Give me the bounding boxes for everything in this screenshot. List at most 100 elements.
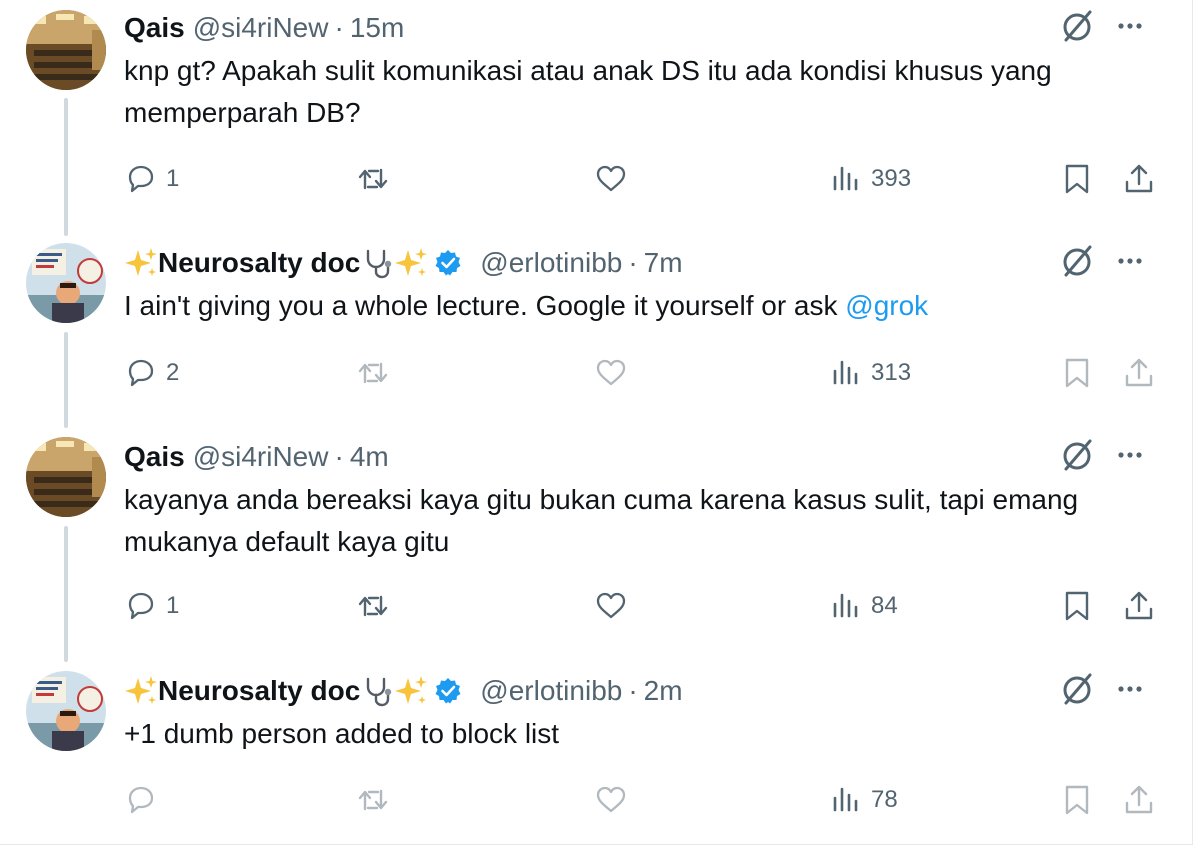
views-icon [829, 162, 863, 196]
bookmark-button[interactable] [1060, 353, 1094, 393]
author-handle[interactable]: @erlotinibb [480, 247, 622, 279]
views-icon [829, 356, 863, 390]
tweet-actions: 78 [124, 780, 1157, 820]
more-icon[interactable] [1115, 674, 1145, 704]
like-button[interactable] [594, 586, 628, 626]
more-icon[interactable] [1115, 11, 1145, 41]
reply-button[interactable]: 1 [124, 586, 179, 626]
tweet-text: +1 dumb person added to block list [124, 718, 560, 749]
thread-connector [64, 526, 68, 662]
retweet-button[interactable] [356, 586, 390, 626]
reply-button[interactable]: 2 [124, 353, 179, 393]
views-count: 393 [871, 165, 912, 192]
share-icon [1122, 162, 1156, 196]
reply-button[interactable] [124, 780, 158, 820]
retweet-button[interactable] [356, 780, 390, 820]
grok-icon[interactable] [1059, 8, 1095, 44]
views-count: 313 [871, 359, 912, 386]
retweet-icon [356, 589, 390, 623]
reply-button[interactable]: 1 [124, 159, 179, 199]
reply-icon [124, 162, 158, 196]
author-name[interactable]: Qais [124, 441, 185, 473]
grok-icon[interactable] [1059, 671, 1095, 707]
share-button[interactable] [1122, 780, 1156, 820]
more-icon[interactable] [1115, 246, 1145, 276]
separator: · [628, 247, 638, 278]
avatar[interactable] [26, 243, 106, 323]
thread-connector [64, 332, 68, 428]
bookmark-icon [1060, 162, 1094, 196]
share-icon [1122, 356, 1156, 390]
author-name[interactable]: Neurosalty doc [158, 675, 360, 707]
bookmark-button[interactable] [1060, 780, 1094, 820]
grok-icon[interactable] [1059, 437, 1095, 473]
verified-badge-icon[interactable] [434, 677, 462, 705]
like-button[interactable] [594, 353, 628, 393]
timestamp[interactable]: 15m [350, 12, 404, 44]
views-button[interactable]: 78 [829, 780, 898, 820]
reply-icon [124, 589, 158, 623]
separator: · [334, 441, 344, 472]
tweet-header: Qais @si4riNew · 4m [124, 439, 1157, 475]
tweet-text-body: I ain't giving you a whole lecture. Goog… [124, 290, 846, 321]
author-name[interactable]: Neurosalty doc [158, 247, 360, 279]
retweet-button[interactable] [356, 159, 390, 199]
share-button[interactable] [1122, 353, 1156, 393]
reply-count: 1 [166, 592, 180, 619]
thread-connector [64, 98, 68, 236]
reply-count: 2 [166, 359, 180, 386]
reply-icon [124, 783, 158, 817]
avatar[interactable] [26, 671, 106, 751]
share-button[interactable] [1122, 586, 1156, 626]
author-name[interactable]: Qais [124, 12, 185, 44]
bookmark-button[interactable] [1060, 159, 1094, 199]
views-button[interactable]: 393 [829, 159, 911, 199]
timestamp[interactable]: 4m [350, 441, 389, 473]
like-button[interactable] [594, 780, 628, 820]
retweet-button[interactable] [356, 353, 390, 393]
separator: · [334, 12, 344, 43]
like-icon [594, 783, 628, 817]
tweet-header: Neurosalty doc @erlotinibb · 2m [124, 673, 1157, 709]
views-icon [829, 783, 863, 817]
retweet-icon [356, 783, 390, 817]
timestamp[interactable]: 7m [644, 247, 683, 279]
tweet-text: knp gt? Apakah sulit komunikasi atau ana… [124, 55, 1052, 128]
stethoscope-emoji [362, 247, 394, 279]
reply-icon [124, 356, 158, 390]
author-handle[interactable]: @si4riNew [193, 441, 329, 473]
bookmark-icon [1060, 589, 1094, 623]
author-handle[interactable]: @erlotinibb [480, 675, 622, 707]
avatar[interactable] [26, 437, 106, 517]
retweet-icon [356, 356, 390, 390]
sparkle-emoji [394, 246, 428, 280]
mention-link[interactable]: @grok [845, 290, 928, 321]
retweet-icon [356, 162, 390, 196]
like-button[interactable] [594, 159, 628, 199]
like-icon [594, 162, 628, 196]
sparkle-emoji [394, 674, 428, 708]
grok-icon[interactable] [1059, 243, 1095, 279]
more-icon[interactable] [1115, 440, 1145, 470]
views-button[interactable]: 313 [829, 353, 911, 393]
timestamp[interactable]: 2m [644, 675, 683, 707]
tweet-actions: 1 393 [124, 159, 1157, 199]
author-handle[interactable]: @si4riNew [193, 12, 329, 44]
like-icon [594, 356, 628, 390]
verified-badge-icon[interactable] [434, 249, 462, 277]
stethoscope-emoji [362, 675, 394, 707]
share-icon [1122, 589, 1156, 623]
like-icon [594, 589, 628, 623]
separator: · [628, 675, 638, 706]
tweet-header: Neurosalty doc @erlotinibb · 7m [124, 245, 1157, 281]
tweet-text: I ain't giving you a whole lecture. Goog… [124, 285, 1157, 327]
views-button[interactable]: 84 [829, 586, 898, 626]
share-button[interactable] [1122, 159, 1156, 199]
tweet-actions: 1 84 [124, 586, 1157, 626]
bookmark-icon [1060, 783, 1094, 817]
views-count: 84 [871, 592, 898, 619]
tweet-actions: 2 313 [124, 353, 1157, 393]
avatar[interactable] [26, 10, 106, 90]
share-icon [1122, 783, 1156, 817]
bookmark-button[interactable] [1060, 586, 1094, 626]
